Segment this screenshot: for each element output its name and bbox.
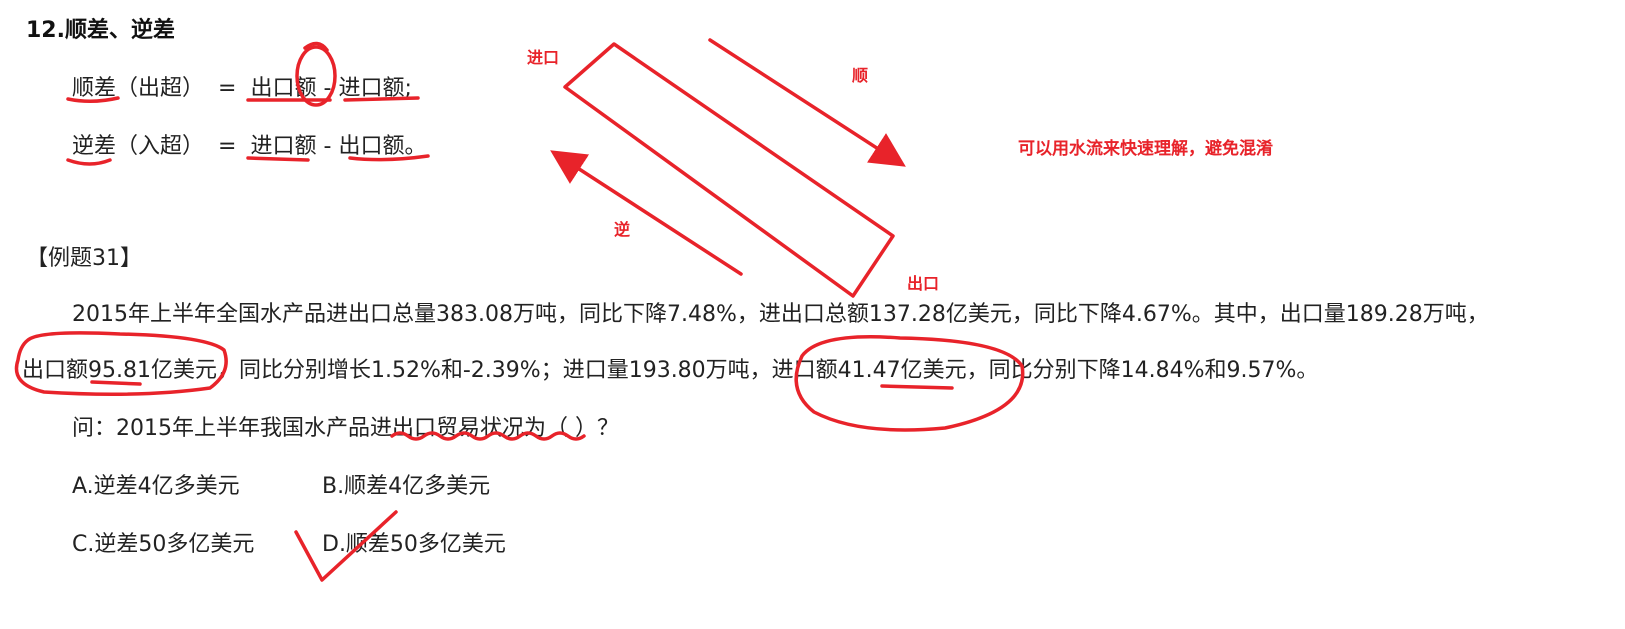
option-c: C.逆差50多亿美元 — [72, 532, 255, 557]
surplus-paren: （出超） — [116, 76, 205, 101]
diagram-label-reverse: 逆 — [614, 220, 631, 239]
diagram-label-forward: 顺 — [852, 66, 869, 85]
surplus-term: 顺差 — [72, 76, 117, 101]
option-a: A.逆差4亿多美元 — [72, 474, 240, 499]
underline-import-number — [880, 384, 954, 390]
deficit-end: 。 — [404, 134, 427, 159]
reverse-arrow-icon — [550, 150, 743, 276]
minus-sign: - — [323, 76, 332, 101]
equals-sign: = — [218, 134, 237, 159]
deficit-operand-b: 出口额 — [338, 134, 405, 159]
option-d: D.顺差50多亿美元 — [322, 532, 506, 557]
annotation-note: 可以用水流来快速理解，避免混淆 — [1018, 139, 1273, 159]
equals-sign: = — [218, 76, 237, 101]
deficit-term: 逆差 — [72, 134, 117, 159]
forward-arrow-icon — [708, 38, 906, 167]
question-text: 问：2015年上半年我国水产品进出口贸易状况为（ ）？ — [72, 416, 619, 441]
deficit-paren: （入超） — [116, 134, 205, 159]
example-heading: 【例题31】 — [26, 246, 142, 271]
flow-channel-shape — [563, 42, 895, 298]
surplus-formula: 顺差（出超） = 出口额 - 进口额; — [72, 70, 412, 102]
surplus-operand-a: 出口额 — [250, 76, 317, 101]
deficit-operand-a: 进口额 — [250, 134, 317, 159]
diagram-label-export: 出口 — [907, 274, 940, 293]
option-b: B.顺差4亿多美元 — [322, 474, 491, 499]
minus-sign: - — [323, 134, 332, 159]
section-title: 12.顺差、逆差 — [26, 18, 175, 43]
surplus-operand-b: 进口额 — [338, 76, 405, 101]
underline-deficit-term — [66, 158, 112, 166]
example-paragraph-line-2: 出口额95.81亿美元，同比分别增长1.52%和-2.39%；进口量193.80… — [22, 358, 1319, 383]
example-paragraph-line-1: 2015年上半年全国水产品进出口总量383.08万吨，同比下降7.48%，进出口… — [72, 302, 1489, 327]
diagram-label-import: 进口 — [527, 48, 560, 67]
surplus-end: ; — [404, 76, 412, 101]
deficit-formula: 逆差（入超） = 进口额 - 出口额。 — [72, 128, 426, 160]
